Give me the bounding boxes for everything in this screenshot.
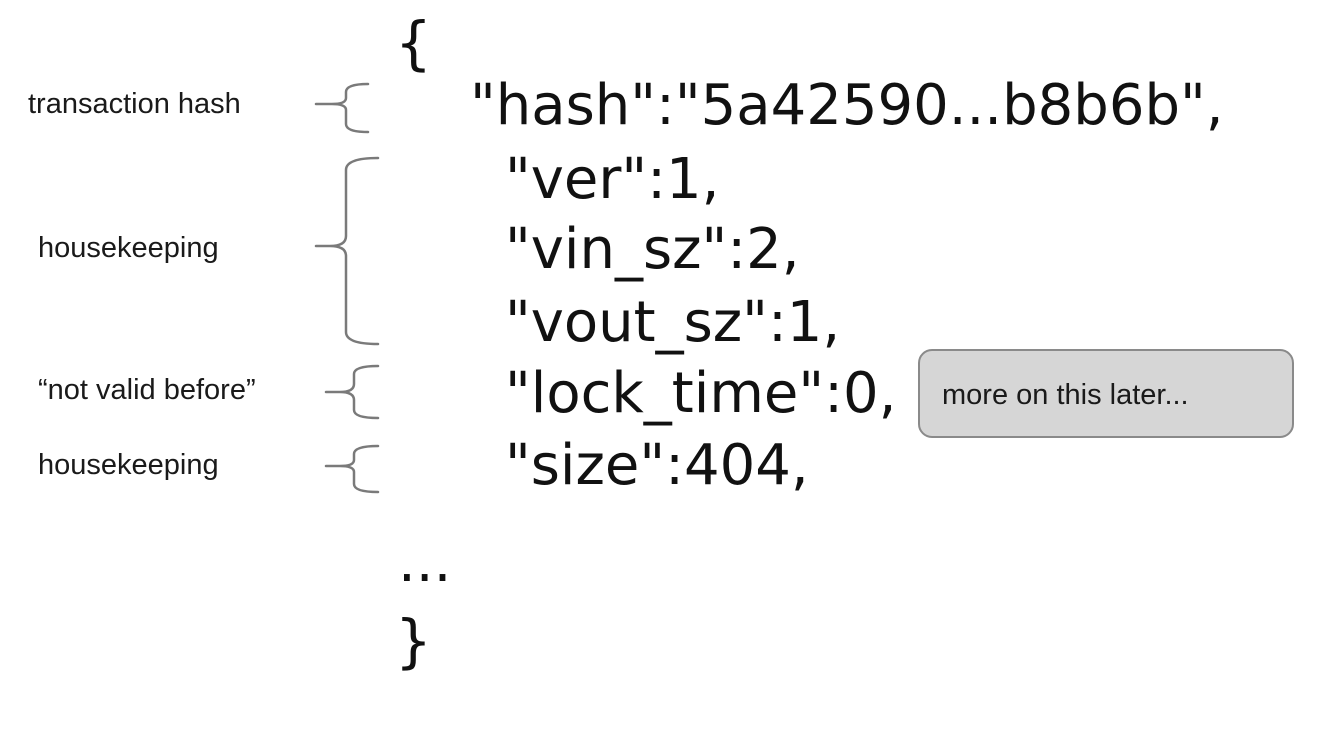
size-bracket-icon [324, 444, 380, 494]
hash-bracket-icon [314, 82, 370, 134]
callout-text: more on this later... [942, 379, 1189, 411]
lock-time-bracket-icon [324, 364, 380, 420]
housekeeping-bracket-icon [314, 156, 380, 346]
more-later-callout: more on this later... [918, 349, 1294, 438]
